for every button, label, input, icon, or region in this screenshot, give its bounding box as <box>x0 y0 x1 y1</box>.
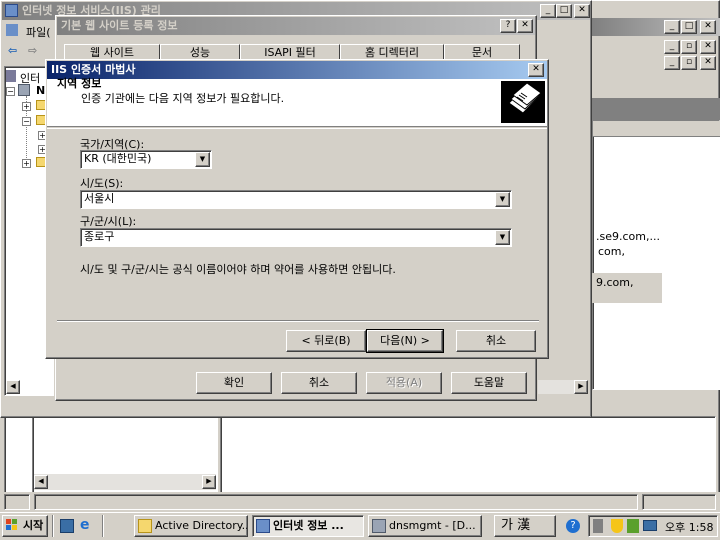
bg-child-close-button[interactable]: ✕ <box>700 40 716 54</box>
wizard-header-subtitle: 인증 기관에는 다음 지역 정보가 필요합니다. <box>81 92 285 105</box>
lower-left-pane <box>4 416 32 494</box>
system-tray: 오후 1:58 <box>588 515 718 537</box>
iis-menu-file[interactable]: 파일( <box>26 24 51 40</box>
apply-button[interactable]: 적용(A) <box>366 372 442 394</box>
bg-minimize-button[interactable]: _ <box>664 20 680 34</box>
lower-scroll-left-arrow[interactable]: ◀ <box>34 475 48 489</box>
lower-scroll-right-arrow[interactable]: ▶ <box>202 475 216 489</box>
status-pane-1 <box>4 494 30 510</box>
iis-close-button[interactable]: ✕ <box>574 4 590 18</box>
tree-expand-node[interactable]: − <box>6 87 15 96</box>
bg-maximize-button[interactable]: □ <box>681 20 697 34</box>
country-value: KR (대한민국) <box>84 152 152 165</box>
quicklaunch-divider2 <box>102 515 104 537</box>
forward-arrow-icon[interactable]: ⇨ <box>28 44 37 57</box>
tree-root-icon <box>6 70 16 82</box>
wizard-note: 시/도 및 구/군/시는 공식 이름이어야 하며 약어를 사용하면 안됩니다. <box>80 263 396 276</box>
dns-icon <box>372 519 386 533</box>
state-value: 서울시 <box>84 192 115 205</box>
windows-logo-icon <box>6 519 18 531</box>
iis-maximize-button[interactable]: □ <box>556 4 572 18</box>
bg-child-minimize-button[interactable]: _ <box>664 40 680 54</box>
task-label-dns: dnsmgmt - [D... <box>389 519 476 532</box>
taskbar-item-dnsmgmt[interactable]: dnsmgmt - [D... <box>368 515 482 537</box>
wizard-header-divider <box>47 128 547 129</box>
ime-help-icon[interactable]: ? <box>566 519 580 533</box>
right-pane-line3: 9.com, <box>596 276 634 289</box>
right-pane-column-header <box>593 121 720 137</box>
quicklaunch-desktop-icon[interactable] <box>60 519 74 533</box>
lower-right-pane <box>220 416 716 494</box>
back-arrow-icon[interactable]: ⇦ <box>8 44 17 57</box>
next-button[interactable]: 다음(N) > <box>366 329 444 353</box>
ime-label: 가 漢 <box>501 518 531 533</box>
tree-expand-sites[interactable]: + <box>22 102 31 111</box>
properties-close-button[interactable]: ✕ <box>517 19 533 33</box>
city-combobox[interactable]: 종로구 ▼ <box>80 228 512 247</box>
right-pane-header <box>592 98 720 120</box>
bg-child2-restore-button[interactable]: ▫ <box>681 56 697 70</box>
wizard-footer-divider <box>57 320 539 322</box>
cancel-button[interactable]: 취소 <box>281 372 357 394</box>
start-label: 시작 <box>23 519 44 532</box>
iis-minimize-button[interactable]: _ <box>540 4 556 18</box>
properties-title: 기본 웹 사이트 등록 정보 <box>61 19 178 32</box>
city-value: 종로구 <box>84 230 115 243</box>
taskbar-item-active-directory[interactable]: Active Directory... <box>134 515 248 537</box>
right-pane-line2: com, <box>598 245 625 258</box>
bg-close-button[interactable]: ✕ <box>700 20 716 34</box>
status-pane-3 <box>642 494 716 510</box>
properties-help-button[interactable]: ? <box>500 19 516 33</box>
bg-child2-close-button[interactable]: ✕ <box>700 56 716 70</box>
status-pane-2 <box>34 494 638 510</box>
city-label: 구/군/시(L): <box>80 215 137 228</box>
back-button[interactable]: < 뒤로(B) <box>286 330 366 352</box>
folder-icon <box>138 519 152 533</box>
iis-icon <box>256 519 270 533</box>
state-combobox[interactable]: 서울시 ▼ <box>80 190 512 209</box>
chevron-down-icon[interactable]: ▼ <box>495 192 510 207</box>
quicklaunch-divider <box>52 515 54 537</box>
iis-scroll-right-arrow[interactable]: ▶ <box>574 380 588 394</box>
ime-toolbar[interactable]: 가 漢 <box>494 515 556 537</box>
ok-button[interactable]: 확인 <box>196 372 272 394</box>
iis-app-icon <box>5 4 18 17</box>
right-pane-line1: .se9.com,... <box>596 230 660 243</box>
tray-app-icon[interactable] <box>627 519 639 533</box>
tree-expand-web[interactable]: − <box>22 117 31 126</box>
tree-server-label[interactable]: N <box>36 84 45 97</box>
status-bar <box>0 492 720 512</box>
certificate-wizard-icon <box>501 81 545 123</box>
shield-icon[interactable] <box>611 519 623 533</box>
tree-scroll-left-arrow[interactable]: ◀ <box>6 380 20 394</box>
bg-child2-minimize-button[interactable]: _ <box>664 56 680 70</box>
monitor-icon[interactable] <box>643 520 657 531</box>
server-icon <box>18 84 30 96</box>
chevron-down-icon[interactable]: ▼ <box>195 152 210 167</box>
taskbar-item-iis[interactable]: 인터넷 정보 ... <box>252 515 364 537</box>
wizard-close-button[interactable]: ✕ <box>528 63 544 77</box>
task-label-iis: 인터넷 정보 ... <box>273 519 344 532</box>
properties-titlebar: 기본 웹 사이트 등록 정보 <box>57 17 535 35</box>
network-icon[interactable] <box>593 519 603 533</box>
lower-tree-hscroll[interactable] <box>34 474 216 490</box>
tree-expand-other[interactable]: + <box>22 159 31 168</box>
windows-flag-icon <box>6 519 17 530</box>
task-label-ad: Active Directory... <box>155 519 248 532</box>
iis-menu-icon <box>6 24 18 36</box>
state-label: 시/도(S): <box>80 177 124 190</box>
quicklaunch-ie-icon[interactable]: e <box>80 518 96 534</box>
wizard-header: 지역 정보 인증 기관에는 다음 지역 정보가 필요합니다. <box>47 77 547 127</box>
wizard-cancel-button[interactable]: 취소 <box>456 330 536 352</box>
chevron-down-icon[interactable]: ▼ <box>495 230 510 245</box>
bg-child-restore-button[interactable]: ▫ <box>681 40 697 54</box>
country-select[interactable]: KR (대한민국) ▼ <box>80 150 212 169</box>
help-button[interactable]: 도움말 <box>451 372 527 394</box>
wizard-header-title: 지역 정보 <box>57 77 102 90</box>
wizard-titlebar: IIS 인증서 마법사 <box>47 61 547 79</box>
clock[interactable]: 오후 1:58 <box>665 519 713 535</box>
certificate-icon <box>508 82 542 114</box>
